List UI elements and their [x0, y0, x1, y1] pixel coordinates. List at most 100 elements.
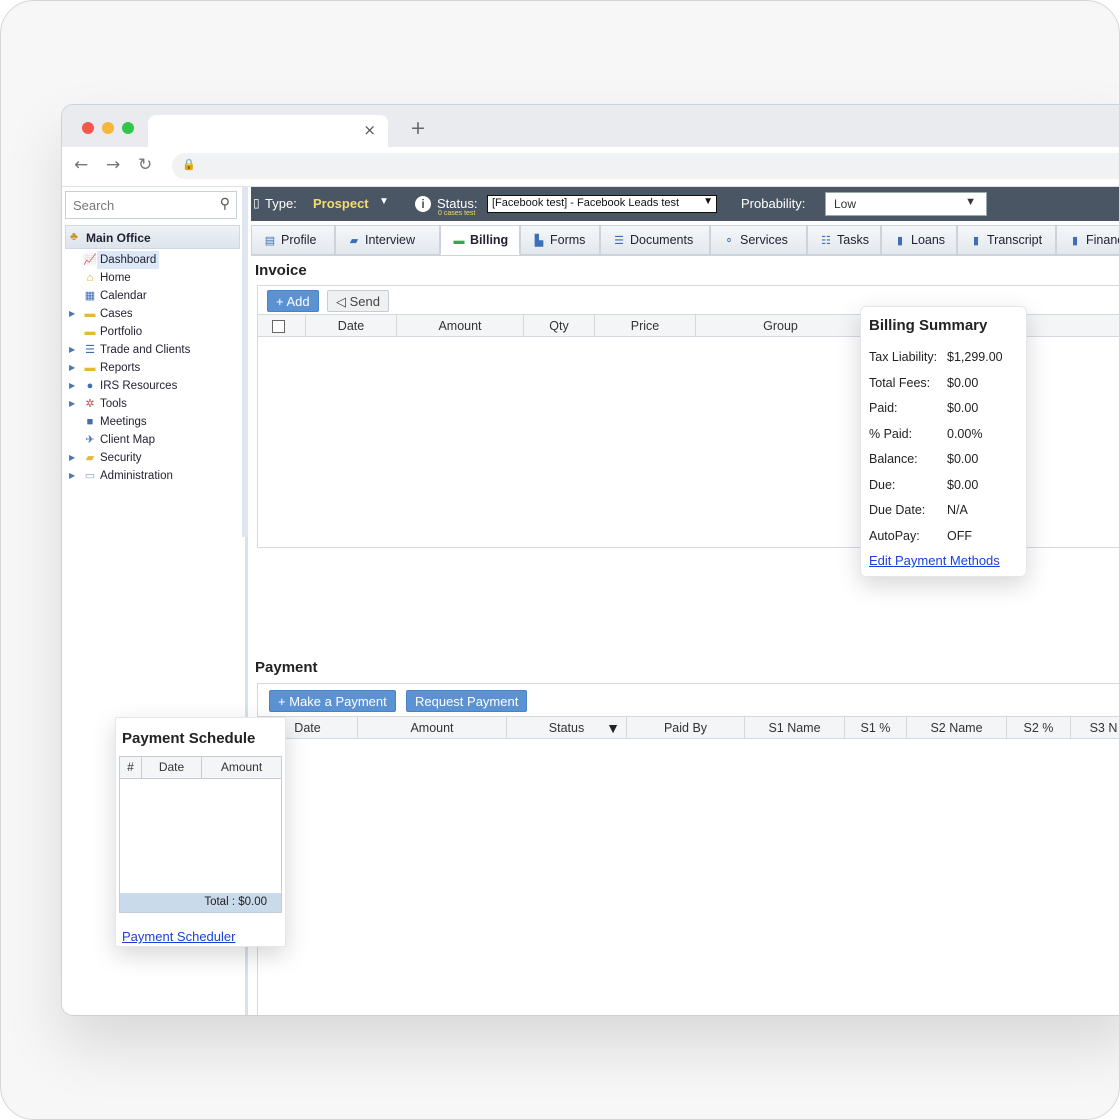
screenshot-frame: × + ← → ↻ 🔒 Search ⚲ ♣ Main Office 📈 Dash… — [0, 0, 1120, 1120]
address-bar-row: ← → ↻ 🔒 — [62, 147, 1119, 187]
close-window-button[interactable] — [82, 122, 94, 134]
expand-arrow-icon[interactable]: ▶ — [69, 305, 75, 323]
sidebar-item-client-map[interactable]: ✈ Client Map — [62, 431, 242, 449]
sidebar-item-home[interactable]: ⌂ Home — [62, 269, 242, 287]
probability-select[interactable]: Low ▼ — [825, 192, 987, 216]
sidebar-item-label: Administration — [100, 470, 173, 482]
col-s1-name[interactable]: S1 Name — [745, 717, 845, 739]
tab-profile[interactable]: ▤ Profile — [251, 225, 335, 255]
tab-loans[interactable]: ▮ Loans — [881, 225, 957, 255]
select-all-checkbox[interactable] — [272, 320, 285, 333]
url-field[interactable]: 🔒 — [172, 153, 1119, 179]
status-value: [Facebook test] - Facebook Leads test — [492, 197, 680, 209]
add-invoice-button[interactable]: + Add — [267, 290, 319, 312]
col-paid-by[interactable]: Paid By — [627, 717, 745, 739]
sidebar-item-trade-and-clients[interactable]: ▶ ☰ Trade and Clients — [62, 341, 242, 359]
summary-value: OFF — [947, 528, 972, 543]
record-toolbar: ▯ Type: Prospect ▼ i Status: [Facebook t… — [251, 187, 1119, 221]
schedule-total: Total : $0.00 — [120, 893, 281, 912]
col-group[interactable]: Group — [696, 315, 866, 337]
expand-arrow-icon[interactable]: ▶ — [69, 341, 75, 359]
sidebar-item-administration[interactable]: ▶ ▭ Administration — [62, 467, 242, 485]
close-tab-icon[interactable]: × — [363, 121, 376, 139]
home-icon: ⌂ — [86, 272, 94, 284]
col-s2-name[interactable]: S2 Name — [907, 717, 1007, 739]
tab-transcript[interactable]: ▮ Transcript — [957, 225, 1056, 255]
sidebar-item-tools[interactable]: ▶ ✲ Tools — [62, 395, 242, 413]
sidebar-item-label: IRS Resources — [100, 380, 178, 392]
browser-tab[interactable]: × — [148, 115, 388, 147]
forward-icon[interactable]: → — [106, 155, 120, 175]
sidebar-item-calendar[interactable]: ▦ Calendar — [62, 287, 242, 305]
make-payment-button[interactable]: + Make a Payment — [269, 690, 396, 712]
summary-value: $1,299.00 — [947, 350, 1003, 364]
tab-billing[interactable]: ▬ Billing — [440, 225, 520, 255]
col-date[interactable]: Date — [142, 757, 202, 778]
search-icon[interactable]: ⚲ — [220, 196, 230, 212]
edit-payment-methods-link[interactable]: Edit Payment Methods — [869, 553, 1000, 568]
minimize-window-button[interactable] — [102, 122, 114, 134]
summary-key: Tax Liability: — [869, 350, 938, 364]
tab-label: Documents — [630, 233, 694, 247]
tab-label: Interview — [365, 233, 416, 247]
sidebar-item-dashboard[interactable]: 📈 Dashboard — [62, 251, 242, 269]
send-invoice-button[interactable]: ◁ Send — [327, 290, 389, 312]
expand-arrow-icon[interactable]: ▶ — [69, 467, 75, 485]
col-date[interactable]: Date — [306, 315, 397, 337]
col-amount[interactable]: Amount — [202, 757, 281, 778]
new-tab-icon[interactable]: + — [410, 117, 426, 139]
back-icon[interactable]: ← — [74, 155, 88, 175]
reload-icon[interactable]: ↻ — [138, 155, 152, 175]
sidebar-scrollbar[interactable] — [242, 187, 248, 537]
sidebar-item-portfolio[interactable]: ▬ Portfolio — [62, 323, 242, 341]
col-s3-name[interactable]: S3 N — [1071, 717, 1119, 739]
map-icon: ✈ — [85, 434, 95, 446]
tab-label: Loans — [911, 233, 946, 247]
tab-tasks[interactable]: ☷ Tasks — [807, 225, 881, 255]
request-payment-button[interactable]: Request Payment — [406, 690, 528, 712]
col-price[interactable]: Price — [595, 315, 696, 337]
type-chevron-down-icon[interactable]: ▼ — [379, 196, 389, 207]
expand-arrow-icon[interactable]: ▶ — [69, 395, 75, 413]
sidebar-item-irs-resources[interactable]: ▶ ● IRS Resources — [62, 377, 242, 395]
col-amount[interactable]: Amount — [358, 717, 507, 739]
col-status[interactable]: Status ▼ — [507, 717, 627, 739]
select-all-cell — [258, 315, 306, 337]
payment-schedule-title: Payment Schedule — [122, 730, 256, 747]
info-icon[interactable]: i — [415, 196, 431, 212]
col-qty[interactable]: Qty — [524, 315, 595, 337]
tab-interview[interactable]: ▰ Interview — [335, 225, 440, 255]
tab-services[interactable]: ⚬ Services — [710, 225, 807, 255]
payment-scheduler-link[interactable]: Payment Scheduler — [122, 929, 235, 944]
col-status-label: Status — [548, 721, 585, 735]
tab-documents[interactable]: ☰ Documents — [600, 225, 710, 255]
tab-forms[interactable]: ▙ Forms — [520, 225, 600, 255]
tab-financ[interactable]: ▮ Financ — [1056, 225, 1119, 255]
sidebar-item-label: Cases — [100, 308, 133, 320]
sidebar-item-reports[interactable]: ▶ ▬ Reports — [62, 359, 242, 377]
expand-arrow-icon[interactable]: ▶ — [69, 449, 75, 467]
col-amount[interactable]: Amount — [397, 315, 524, 337]
sidebar-item-meetings[interactable]: ■ Meetings — [62, 413, 242, 431]
filter-icon[interactable]: ▼ — [606, 717, 620, 739]
sidebar-item-security[interactable]: ▶ ▰ Security — [62, 449, 242, 467]
summary-value: $0.00 — [947, 375, 979, 390]
tab-label: Billing — [470, 233, 509, 247]
tree-root-main-office[interactable]: ♣ Main Office — [65, 225, 240, 249]
expand-arrow-icon[interactable]: ▶ — [69, 377, 75, 395]
summary-value: N/A — [947, 503, 968, 517]
documents-tab-icon: ☰ — [614, 235, 624, 247]
col-number[interactable]: # — [120, 757, 142, 778]
maximize-window-button[interactable] — [122, 122, 134, 134]
col-s2-percent[interactable]: S2 % — [1007, 717, 1071, 739]
col-s1-percent[interactable]: S1 % — [845, 717, 907, 739]
type-dropdown[interactable]: Prospect — [313, 196, 369, 211]
services-tab-icon: ⚬ — [724, 235, 734, 247]
status-dropdown[interactable]: [Facebook test] - Facebook Leads test ▼ — [487, 195, 717, 213]
sidebar-item-cases[interactable]: ▶ ▬ Cases — [62, 305, 242, 323]
schedule-table-header: # Date Amount — [120, 757, 281, 779]
tab-label: Transcript — [987, 233, 1043, 247]
expand-arrow-icon[interactable]: ▶ — [69, 359, 75, 377]
summary-key: Due Date: — [869, 503, 926, 517]
sidebar-search-input[interactable]: Search ⚲ — [65, 191, 237, 219]
